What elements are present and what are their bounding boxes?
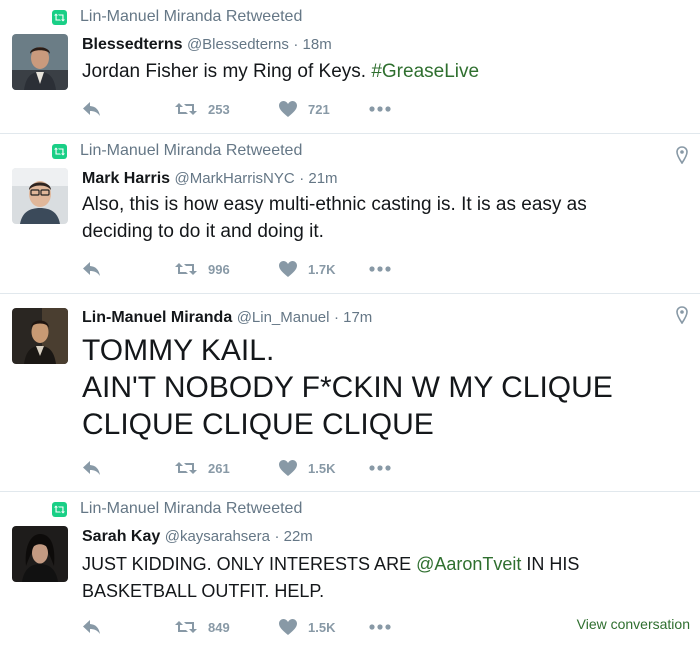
tweet-header: Mark Harris @MarkHarrisNYC · 21m bbox=[82, 170, 338, 188]
like-button[interactable]: 721 bbox=[278, 100, 348, 118]
retweet-context: Lin-Manuel Miranda Retweeted bbox=[52, 500, 302, 518]
retweet-context: Lin-Manuel Miranda Retweeted bbox=[52, 142, 302, 160]
location-pin-icon[interactable] bbox=[676, 146, 688, 169]
more-dots-icon bbox=[369, 624, 391, 630]
user-name[interactable]: Sarah Kay bbox=[82, 528, 160, 545]
tweet-text-line: AIN'T NOBODY F*CKIN W MY CLIQUE bbox=[82, 371, 613, 404]
like-button[interactable]: 1.7K bbox=[278, 260, 348, 278]
more-options-button[interactable] bbox=[369, 624, 391, 630]
avatar[interactable] bbox=[12, 526, 68, 582]
timestamp[interactable]: · 18m bbox=[293, 36, 331, 53]
reply-button[interactable] bbox=[82, 101, 106, 117]
hashtag-link[interactable]: #GreaseLive bbox=[371, 61, 479, 82]
retweeted-by-label[interactable]: Lin-Manuel Miranda Retweeted bbox=[80, 8, 302, 26]
avatar[interactable] bbox=[12, 168, 68, 224]
avatar[interactable] bbox=[12, 34, 68, 90]
retweeted-by-label[interactable]: Lin-Manuel Miranda Retweeted bbox=[80, 500, 302, 518]
tweet-header: Blessedterns @Blessedterns · 18m bbox=[82, 36, 332, 54]
heart-icon bbox=[278, 100, 298, 118]
retweet-icon bbox=[174, 460, 198, 476]
tweet-sarah-kay[interactable]: Lin-Manuel Miranda Retweeted Sarah Kay @… bbox=[0, 492, 700, 646]
retweet-icon bbox=[174, 619, 198, 635]
user-name[interactable]: Blessedterns bbox=[82, 36, 183, 53]
retweet-button[interactable]: 261 bbox=[174, 460, 244, 476]
timestamp[interactable]: · 17m bbox=[334, 309, 372, 326]
tweet-text: JUST KIDDING. ONLY INTERESTS ARE @AaronT… bbox=[82, 551, 660, 605]
heart-icon bbox=[278, 459, 298, 477]
more-options-button[interactable] bbox=[369, 465, 391, 471]
retweet-button[interactable]: 849 bbox=[174, 619, 244, 635]
like-count: 1.7K bbox=[308, 261, 336, 277]
more-dots-icon bbox=[369, 465, 391, 471]
tweet-actions: 849 1.5K bbox=[82, 618, 391, 636]
tweet-lin-manuel[interactable]: Lin-Manuel Miranda @Lin_Manuel · 17m TOM… bbox=[0, 294, 700, 492]
heart-icon bbox=[278, 618, 298, 636]
reply-button[interactable] bbox=[82, 619, 106, 635]
user-handle[interactable]: @MarkHarrisNYC bbox=[175, 170, 295, 187]
reply-icon bbox=[82, 261, 102, 277]
tweet-actions: 253 721 bbox=[82, 100, 391, 118]
tweet-actions: 261 1.5K bbox=[82, 459, 391, 477]
mention-link[interactable]: @AaronTveit bbox=[416, 554, 521, 574]
tweet-text-line: CLIQUE CLIQUE CLIQUE bbox=[82, 408, 434, 441]
like-button[interactable]: 1.5K bbox=[278, 459, 348, 477]
tweet-actions: 996 1.7K bbox=[82, 260, 391, 278]
tweet-text-line: TOMMY KAIL. bbox=[82, 334, 275, 367]
more-dots-icon bbox=[369, 266, 391, 272]
tweet-header: Sarah Kay @kaysarahsera · 22m bbox=[82, 528, 313, 546]
like-count: 721 bbox=[308, 101, 330, 117]
user-handle[interactable]: @Lin_Manuel bbox=[237, 309, 330, 326]
like-count: 1.5K bbox=[308, 460, 336, 476]
user-name[interactable]: Lin-Manuel Miranda bbox=[82, 309, 232, 326]
tweet-text: TOMMY KAIL. AIN'T NOBODY F*CKIN W MY CLI… bbox=[82, 332, 660, 443]
location-pin-icon[interactable] bbox=[676, 306, 688, 329]
user-handle[interactable]: @Blessedterns bbox=[187, 36, 289, 53]
timestamp[interactable]: · 22m bbox=[274, 528, 312, 545]
retweet-count: 253 bbox=[208, 101, 230, 117]
reply-icon bbox=[82, 460, 102, 476]
retweet-count: 996 bbox=[208, 261, 230, 277]
reply-icon bbox=[82, 619, 102, 635]
tweet-mark-harris[interactable]: Lin-Manuel Miranda Retweeted Mark Harris… bbox=[0, 134, 700, 294]
retweet-badge-icon bbox=[52, 144, 67, 159]
retweet-button[interactable]: 253 bbox=[174, 101, 244, 117]
retweet-badge-icon bbox=[52, 10, 67, 25]
retweet-icon bbox=[174, 261, 198, 277]
retweet-context: Lin-Manuel Miranda Retweeted bbox=[52, 8, 302, 26]
tweet-text-body: Jordan Fisher is my Ring of Keys. bbox=[82, 61, 367, 82]
retweet-badge-icon bbox=[52, 502, 67, 517]
reply-icon bbox=[82, 101, 102, 117]
avatar[interactable] bbox=[12, 308, 68, 364]
tweet-blessedterns[interactable]: Lin-Manuel Miranda Retweeted Blessedtern… bbox=[0, 0, 700, 134]
view-conversation-link[interactable]: View conversation bbox=[577, 616, 690, 632]
more-dots-icon bbox=[369, 106, 391, 112]
tweet-text: Jordan Fisher is my Ring of Keys. #Greas… bbox=[82, 58, 660, 85]
reply-button[interactable] bbox=[82, 460, 106, 476]
tweet-text-body: JUST KIDDING. ONLY INTERESTS ARE bbox=[82, 554, 412, 574]
more-options-button[interactable] bbox=[369, 266, 391, 272]
retweet-count: 261 bbox=[208, 460, 230, 476]
reply-button[interactable] bbox=[82, 261, 106, 277]
user-name[interactable]: Mark Harris bbox=[82, 170, 170, 187]
more-options-button[interactable] bbox=[369, 106, 391, 112]
tweet-text: Also, this is how easy multi-ethnic cast… bbox=[82, 194, 587, 242]
retweet-count: 849 bbox=[208, 619, 230, 635]
user-handle[interactable]: @kaysarahsera bbox=[165, 528, 270, 545]
tweet-header: Lin-Manuel Miranda @Lin_Manuel · 17m bbox=[82, 309, 372, 327]
retweet-icon bbox=[174, 101, 198, 117]
heart-icon bbox=[278, 260, 298, 278]
like-count: 1.5K bbox=[308, 619, 336, 635]
retweeted-by-label[interactable]: Lin-Manuel Miranda Retweeted bbox=[80, 142, 302, 160]
like-button[interactable]: 1.5K bbox=[278, 618, 348, 636]
timestamp[interactable]: · 21m bbox=[299, 170, 337, 187]
retweet-button[interactable]: 996 bbox=[174, 261, 244, 277]
